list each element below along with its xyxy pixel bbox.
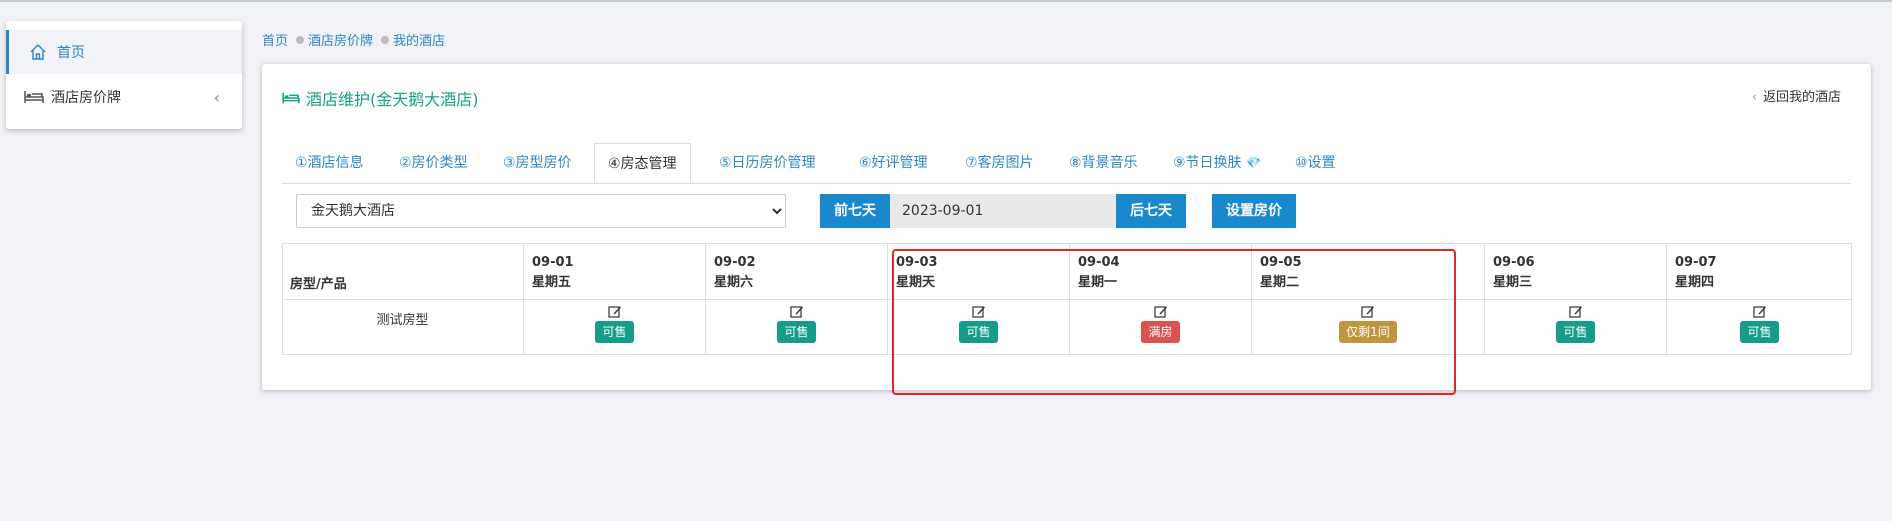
tab-label: ③房型房价 — [503, 155, 572, 171]
column-header: 房型/产品 — [290, 277, 347, 292]
breadcrumb-separator-icon — [381, 35, 390, 44]
tab-label: ①酒店信息 — [295, 155, 364, 171]
chevron-left-icon[interactable]: ‹ — [214, 88, 220, 107]
day-column: 09-02 星期六 可售 — [706, 243, 888, 355]
tab-room-type-price[interactable]: ③房型房价 — [490, 143, 585, 183]
day-column: 09-06 星期三 可售 — [1485, 243, 1667, 355]
home-icon — [27, 41, 49, 63]
edit-icon[interactable] — [1752, 305, 1767, 318]
sidebar-item-label: 首页 — [57, 45, 85, 61]
day-date: 09-07 — [1675, 255, 1717, 270]
day-date: 09-02 — [714, 255, 756, 270]
room-type-column: 房型/产品 测试房型 — [282, 243, 524, 355]
room-type-name: 测试房型 — [376, 313, 429, 328]
day-header: 09-02 星期六 — [714, 253, 756, 293]
status-badge: 可售 — [1740, 321, 1779, 343]
edit-icon[interactable] — [1568, 305, 1583, 318]
breadcrumb-separator-icon — [296, 35, 305, 44]
page-title-text: 酒店维护(金天鹅大酒店) — [306, 90, 479, 109]
set-price-button[interactable]: 设置房价 — [1212, 194, 1296, 228]
day-column: 09-07 星期四 可售 — [1667, 243, 1852, 355]
breadcrumb-my-hotel[interactable]: 我的酒店 — [393, 30, 445, 49]
status-badge: 可售 — [1556, 321, 1595, 343]
status-cell: 可售 — [524, 305, 705, 343]
tab-label: ④房态管理 — [608, 156, 677, 172]
day-weekday: 星期四 — [1675, 275, 1715, 290]
tab-review[interactable]: ⑥好评管理 — [846, 143, 941, 183]
tab-label: ⑥好评管理 — [859, 155, 928, 171]
day-date: 09-06 — [1493, 255, 1535, 270]
breadcrumb: 首页 酒店房价牌 我的酒店 — [262, 30, 445, 49]
status-badge: 可售 — [595, 321, 634, 343]
day-column: 09-01 星期五 可售 — [524, 243, 706, 355]
day-header: 09-01 星期五 — [532, 253, 574, 293]
tab-bgm[interactable]: ⑧背景音乐 — [1056, 143, 1151, 183]
tab-room-status[interactable]: ④房态管理 — [594, 143, 691, 183]
diamond-icon: 💎 — [1246, 156, 1261, 170]
hotel-select[interactable]: 金天鹅大酒店 — [296, 194, 786, 228]
date-input[interactable]: 2023-09-01 — [890, 194, 1116, 228]
tab-label: ②房价类型 — [399, 155, 468, 171]
top-border — [0, 0, 1892, 2]
day-weekday: 星期五 — [532, 275, 572, 290]
sidebar-item-home[interactable]: 首页 — [6, 30, 242, 74]
bed-icon — [23, 86, 45, 108]
tab-room-photos[interactable]: ⑦客房图片 — [952, 143, 1047, 183]
edit-icon[interactable] — [607, 305, 622, 318]
page-title: 酒店维护(金天鹅大酒店) — [282, 86, 479, 110]
bed-icon — [282, 91, 300, 105]
tab-label: ⑤日历房价管理 — [719, 155, 816, 171]
sidebar: 首页 酒店房价牌 ‹ — [6, 21, 242, 129]
tab-calendar-price[interactable]: ⑤日历房价管理 — [706, 143, 829, 183]
status-cell: 可售 — [1485, 305, 1666, 343]
tab-label: ⑧背景音乐 — [1069, 155, 1138, 171]
tab-label: ⑦客房图片 — [965, 155, 1034, 171]
breadcrumb-home[interactable]: 首页 — [262, 30, 288, 49]
day-date: 09-01 — [532, 255, 574, 270]
tab-hotel-info[interactable]: ①酒店信息 — [282, 143, 377, 183]
tab-festival-skin[interactable]: ⑨节日换肤 💎 — [1160, 143, 1274, 183]
edit-icon[interactable] — [789, 305, 804, 318]
chevron-left-icon: ‹ — [1751, 90, 1757, 105]
sidebar-item-label: 酒店房价牌 — [51, 90, 121, 106]
next-week-button[interactable]: 后七天 — [1116, 194, 1186, 228]
tab-price-type[interactable]: ②房价类型 — [386, 143, 481, 183]
day-weekday: 星期六 — [714, 275, 754, 290]
back-link-label: 返回我的酒店 — [1762, 90, 1841, 105]
day-weekday: 星期三 — [1493, 275, 1533, 290]
tab-bar: ①酒店信息 ②房价类型 ③房型房价 ④房态管理 ⑤日历房价管理 ⑥好评管理 ⑦客… — [282, 143, 1851, 184]
highlight-annotation-box — [892, 249, 1456, 395]
back-to-my-hotel-link[interactable]: ‹ 返回我的酒店 — [1752, 86, 1841, 105]
day-header: 09-07 星期四 — [1675, 253, 1717, 293]
prev-week-button[interactable]: 前七天 — [820, 194, 890, 228]
sidebar-item-hotel-price[interactable]: 酒店房价牌 ‹ — [6, 75, 242, 119]
tab-label: ⑨节日换肤 — [1173, 155, 1242, 171]
status-cell: 可售 — [706, 305, 887, 343]
tab-settings[interactable]: ⑩设置 — [1282, 143, 1349, 183]
day-header: 09-06 星期三 — [1493, 253, 1535, 293]
status-badge: 可售 — [777, 321, 816, 343]
tab-label: ⑩设置 — [1295, 155, 1336, 171]
status-cell: 可售 — [1667, 305, 1852, 343]
breadcrumb-hotel-price[interactable]: 酒店房价牌 — [308, 30, 373, 49]
